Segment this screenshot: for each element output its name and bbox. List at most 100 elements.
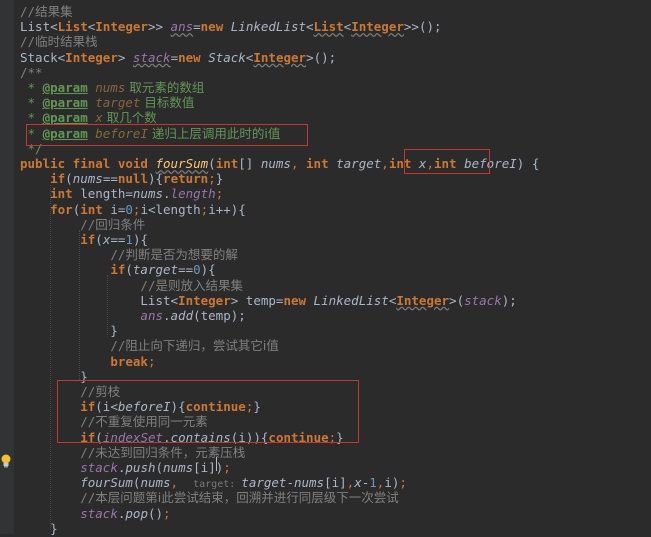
code-line[interactable]: ans.add(temp); bbox=[20, 308, 246, 324]
code-token: target: bbox=[193, 479, 242, 491]
code-token: fourSum bbox=[80, 475, 133, 491]
code-line[interactable]: List<List<Integer>> ans=new LinkedList<L… bbox=[20, 19, 442, 35]
code-token: == bbox=[178, 262, 194, 278]
code-line[interactable]: //判断是否为想要的解 bbox=[20, 247, 238, 263]
code-token: temp= bbox=[245, 292, 284, 308]
code-token: > bbox=[449, 292, 457, 308]
code-editor[interactable]: //结果集 List<List<Integer>> ans=new LinkedL… bbox=[0, 0, 651, 537]
code-token: = bbox=[170, 49, 179, 65]
code-token: if bbox=[50, 171, 66, 187]
code-token: () bbox=[147, 505, 164, 521]
indent-guide bbox=[107, 275, 108, 335]
code-token: new bbox=[178, 49, 209, 65]
code-token: nums bbox=[87, 80, 126, 95]
code-token: fourSum bbox=[155, 156, 209, 171]
code-token: Integer bbox=[396, 292, 450, 308]
code-token: ; bbox=[223, 460, 231, 475]
code-token: // bbox=[20, 4, 36, 19]
code-token: Integer bbox=[65, 49, 118, 65]
lightbulb-icon[interactable] bbox=[0, 454, 12, 468]
code-token: ){ bbox=[200, 262, 216, 278]
code-token: new bbox=[283, 292, 314, 308]
code-token: , bbox=[381, 156, 389, 171]
code-token: Integer bbox=[178, 292, 231, 308]
code-token: [i] bbox=[324, 475, 347, 491]
code-token: < bbox=[170, 292, 179, 308]
code-line[interactable]: stack.pop(); bbox=[20, 505, 170, 522]
code-line[interactable]: fourSum(nums, target: target-nums[i],x-1… bbox=[20, 475, 407, 491]
code-token: int bbox=[215, 156, 239, 171]
code-line[interactable]: //回归条件 bbox=[20, 217, 145, 233]
code-token: ( bbox=[208, 156, 216, 171]
code-line[interactable]: if(x==1){ bbox=[20, 232, 148, 248]
code-token: > bbox=[306, 49, 314, 65]
code-line[interactable]: * @param target 目标数值 bbox=[20, 95, 195, 111]
code-token: ans bbox=[140, 308, 163, 323]
indent-guide bbox=[79, 230, 80, 380]
code-token: target bbox=[132, 262, 179, 278]
code-line[interactable]: //是则放入结果集 bbox=[20, 278, 243, 294]
code-token: pop bbox=[125, 505, 148, 521]
code-token: stack bbox=[464, 292, 502, 308]
code-token: > bbox=[230, 292, 246, 308]
code-line[interactable]: } bbox=[20, 323, 118, 339]
code-line[interactable]: /** bbox=[20, 65, 43, 81]
code-token: } bbox=[20, 323, 118, 339]
code-token: target bbox=[336, 156, 382, 171]
code-line[interactable]: //本层问题第i此尝试结束，回溯并进行同层级下一次尝试 bbox=[20, 490, 399, 506]
code-line[interactable]: //临时结果栈 bbox=[20, 34, 98, 50]
code-token: break bbox=[110, 353, 148, 369]
code-token: > bbox=[117, 49, 133, 65]
code-token: List bbox=[20, 19, 51, 35]
code-line[interactable]: break; bbox=[20, 354, 155, 370]
code-token: nums bbox=[293, 475, 325, 491]
code-line[interactable]: Stack<Integer> stack=new Stack<Integer>(… bbox=[20, 50, 336, 66]
code-line[interactable]: } bbox=[20, 521, 58, 537]
code-token: 0 bbox=[193, 262, 201, 278]
code-token: Integer bbox=[95, 19, 148, 35]
code-line[interactable]: stack.push(nums[i]); bbox=[20, 460, 231, 476]
code-line[interactable]: //未达到回归条件，元素压栈 bbox=[20, 445, 245, 461]
code-token: 1 bbox=[125, 232, 133, 247]
code-token: ans bbox=[170, 19, 194, 35]
code-line[interactable]: for(int i=0;i<length;i++){ bbox=[20, 202, 246, 218]
code-line[interactable]: * @param nums 取元素的数组 bbox=[20, 80, 205, 96]
code-token: 本层问题第i此尝试结束，回溯并进行同层级下一次尝试 bbox=[95, 490, 399, 506]
code-token: ); bbox=[501, 292, 517, 308]
code-token: [i]) bbox=[193, 460, 224, 475]
code-token: Integer bbox=[253, 49, 307, 65]
code-token: ; bbox=[208, 171, 216, 187]
code-token: stack bbox=[80, 460, 118, 475]
code-token: int bbox=[306, 156, 337, 171]
code-line[interactable]: List<Integer> temp=new LinkedList<Intege… bbox=[20, 292, 517, 309]
annotation-box-javadoc-beforeI bbox=[26, 124, 308, 146]
code-token: } bbox=[215, 171, 224, 187]
code-token: i= bbox=[110, 201, 126, 217]
code-token: . bbox=[163, 186, 171, 202]
code-token: 结果集 bbox=[35, 4, 73, 19]
code-token: i) bbox=[384, 475, 400, 491]
code-token: // bbox=[80, 490, 96, 506]
code-token: 0 bbox=[125, 201, 133, 217]
code-token: stack bbox=[132, 49, 171, 65]
code-token: @param bbox=[42, 80, 88, 95]
code-token: List bbox=[313, 19, 344, 35]
code-line[interactable]: //阻止向下递归，尝试其它i值 bbox=[20, 338, 279, 354]
code-line[interactable]: //结果集 bbox=[20, 4, 73, 20]
code-token: 目标数值 bbox=[140, 95, 195, 111]
code-token: nums bbox=[260, 156, 291, 171]
code-token: 取元素的数组 bbox=[125, 80, 205, 95]
code-token: return bbox=[163, 171, 209, 187]
code-token: * bbox=[20, 80, 43, 95]
code-token: Stack bbox=[20, 49, 58, 65]
code-token: null bbox=[117, 171, 148, 187]
code-token: = bbox=[193, 19, 201, 35]
code-token: (temp); bbox=[193, 308, 246, 323]
code-token: 1 bbox=[369, 475, 377, 491]
code-token: @param bbox=[42, 95, 88, 111]
